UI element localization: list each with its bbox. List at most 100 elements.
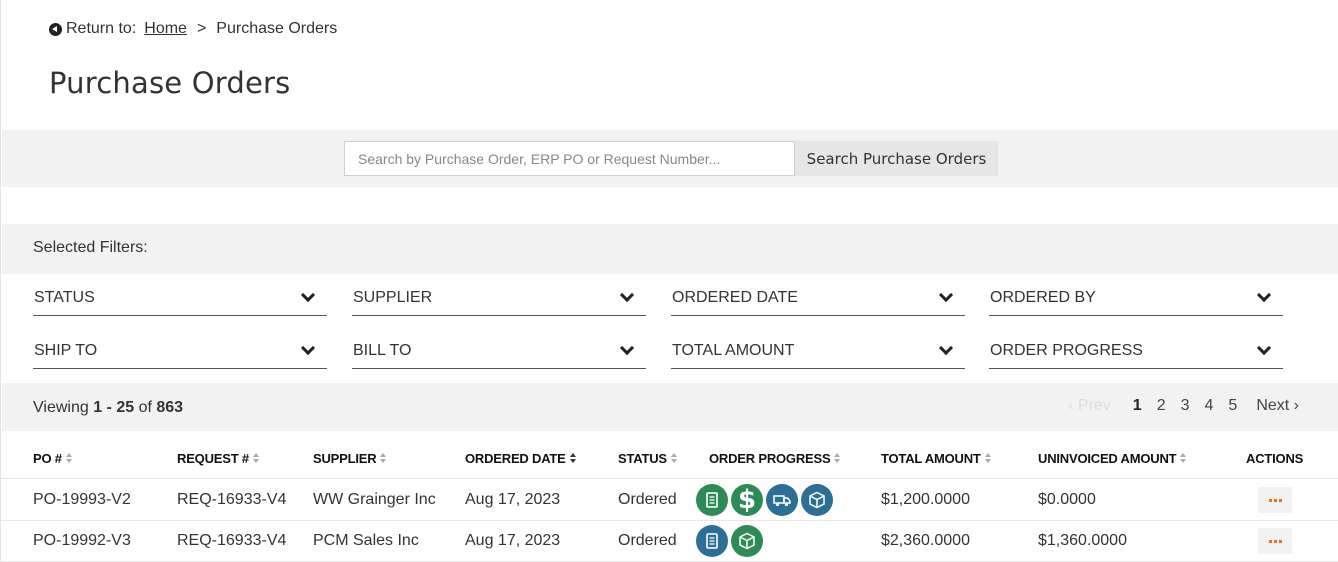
return-label: Return to: — [66, 20, 137, 37]
table-row[interactable]: PO-19992-V3 REQ-16933-V4 PCM Sales Inc A… — [1, 521, 1338, 562]
order-progress — [696, 525, 763, 557]
total-amount: $2,360.0000 — [881, 532, 970, 549]
search-input[interactable] — [344, 141, 795, 176]
dot — [1268, 539, 1272, 543]
filter-label: ORDERED DATE — [672, 289, 798, 306]
viewing-total: 863 — [156, 399, 184, 416]
filter-supplier-dropdown[interactable]: SUPPLIER — [352, 284, 646, 316]
column-header-status[interactable]: STATUS — [618, 451, 678, 466]
filter-label: TOTAL AMOUNT — [672, 342, 795, 359]
column-header-ordered-date[interactable]: ORDERED DATE — [465, 451, 577, 466]
dot — [1273, 498, 1277, 502]
pagination-page-3[interactable]: 3 — [1181, 397, 1190, 415]
header-label: UNINVOICED AMOUNT — [1038, 451, 1177, 466]
filter-bill-to-dropdown[interactable]: BILL TO — [352, 337, 646, 369]
pagination-page-5[interactable]: 5 — [1228, 397, 1237, 415]
header-label: TOTAL AMOUNT — [881, 451, 981, 466]
chevron-down-icon — [619, 340, 635, 356]
dot — [1278, 539, 1282, 543]
pagination-page-4[interactable]: 4 — [1205, 397, 1214, 415]
filter-label: SHIP TO — [34, 342, 98, 359]
po-number[interactable]: PO-19993-V2 — [33, 491, 131, 509]
pagination-page-2[interactable]: 2 — [1157, 397, 1166, 415]
breadcrumb-home-link[interactable]: Home — [144, 20, 187, 38]
viewing-count: Viewing 1 - 25 of 863 — [33, 399, 183, 417]
filter-label: ORDERED BY — [990, 289, 1096, 306]
pagination-page-1[interactable]: 1 — [1133, 397, 1142, 415]
header-label: ORDER PROGRESS — [709, 451, 831, 466]
breadcrumb-separator: > — [196, 20, 207, 37]
filter-total-amount-dropdown[interactable]: TOTAL AMOUNT — [671, 337, 965, 369]
total-amount: $1,200.0000 — [881, 491, 970, 508]
chevron-down-icon — [938, 340, 954, 356]
filter-label: BILL TO — [353, 342, 412, 359]
header-label: REQUEST # — [177, 451, 249, 466]
request-number[interactable]: REQ-16933-V4 — [177, 532, 286, 550]
truck-icon[interactable] — [766, 484, 798, 516]
column-header-order-progress[interactable]: ORDER PROGRESS — [709, 451, 841, 466]
document-icon[interactable] — [696, 484, 728, 516]
dot — [1268, 498, 1272, 502]
filter-label: STATUS — [34, 289, 95, 306]
pagination: ‹ Prev 1 2 3 4 5 Next › — [1068, 397, 1299, 415]
search-bar: Search Purchase Orders — [2, 130, 1338, 187]
table-header: PO # REQUEST # SUPPLIER ORDERED DATE STA… — [1, 449, 1338, 479]
sort-icon — [569, 453, 577, 464]
header-label: PO # — [33, 451, 62, 466]
chevron-down-icon — [300, 340, 316, 356]
viewing-prefix: Viewing — [33, 399, 89, 416]
page-frame: Return to: Home > Purchase Orders Purcha… — [0, 0, 1338, 562]
chevron-down-icon — [1256, 287, 1272, 303]
sort-icon — [984, 453, 992, 464]
ordered-date: Aug 17, 2023 — [465, 532, 561, 549]
filter-order-progress-dropdown[interactable]: ORDER PROGRESS — [989, 337, 1283, 369]
filter-ordered-by-dropdown[interactable]: ORDERED BY — [989, 284, 1283, 316]
po-number[interactable]: PO-19992-V3 — [33, 532, 131, 550]
header-label: STATUS — [618, 451, 667, 466]
header-label: SUPPLIER — [313, 451, 377, 466]
supplier-name: PCM Sales Inc — [313, 532, 419, 549]
pagination-next[interactable]: Next › — [1256, 397, 1299, 415]
selected-filters-bar: Selected Filters: — [2, 224, 1338, 274]
pagination-prev: ‹ Prev — [1068, 397, 1111, 414]
filter-label: SUPPLIER — [353, 289, 433, 306]
filter-ordered-date-dropdown[interactable]: ORDERED DATE — [671, 284, 965, 316]
search-purchase-orders-button[interactable]: Search Purchase Orders — [795, 141, 998, 176]
chevron-down-icon — [300, 287, 316, 303]
breadcrumb-current: Purchase Orders — [216, 20, 338, 37]
selected-filters-label: Selected Filters: — [33, 239, 148, 256]
dot — [1273, 539, 1277, 543]
supplier-name: WW Grainger Inc — [313, 491, 436, 508]
filter-status-dropdown[interactable]: STATUS — [33, 284, 327, 316]
column-header-actions: ACTIONS — [1246, 451, 1304, 466]
sort-icon — [670, 453, 678, 464]
actions-menu-button[interactable] — [1258, 528, 1292, 554]
uninvoiced-amount: $1,360.0000 — [1038, 532, 1127, 549]
package-icon[interactable] — [731, 525, 763, 557]
column-header-po[interactable]: PO # — [33, 451, 73, 466]
order-progress: $ — [696, 484, 833, 516]
filter-ship-to-dropdown[interactable]: SHIP TO — [33, 337, 327, 369]
dollar-icon[interactable]: $ — [731, 484, 763, 516]
package-icon[interactable] — [801, 484, 833, 516]
viewing-of: of — [138, 399, 152, 416]
page-title: Purchase Orders — [49, 66, 291, 100]
uninvoiced-amount: $0.0000 — [1038, 491, 1096, 508]
sort-icon — [252, 453, 260, 464]
column-header-request[interactable]: REQUEST # — [177, 451, 260, 466]
breadcrumb: Return to: Home > Purchase Orders — [49, 20, 337, 38]
request-number[interactable]: REQ-16933-V4 — [177, 491, 286, 509]
sort-icon — [834, 453, 841, 464]
column-header-uninvoiced-amount[interactable]: UNINVOICED AMOUNT — [1038, 451, 1187, 466]
column-header-supplier[interactable]: SUPPLIER — [313, 451, 387, 466]
sort-icon — [380, 453, 387, 464]
chevron-down-icon — [619, 287, 635, 303]
chevron-down-icon — [1256, 340, 1272, 356]
status: Ordered — [618, 532, 677, 549]
table-row[interactable]: PO-19993-V2 REQ-16933-V4 WW Grainger Inc… — [1, 480, 1338, 521]
document-icon[interactable] — [696, 525, 728, 557]
dot — [1278, 498, 1282, 502]
viewing-range: 1 - 25 — [93, 399, 135, 416]
column-header-total-amount[interactable]: TOTAL AMOUNT — [881, 451, 992, 466]
actions-menu-button[interactable] — [1258, 487, 1292, 513]
